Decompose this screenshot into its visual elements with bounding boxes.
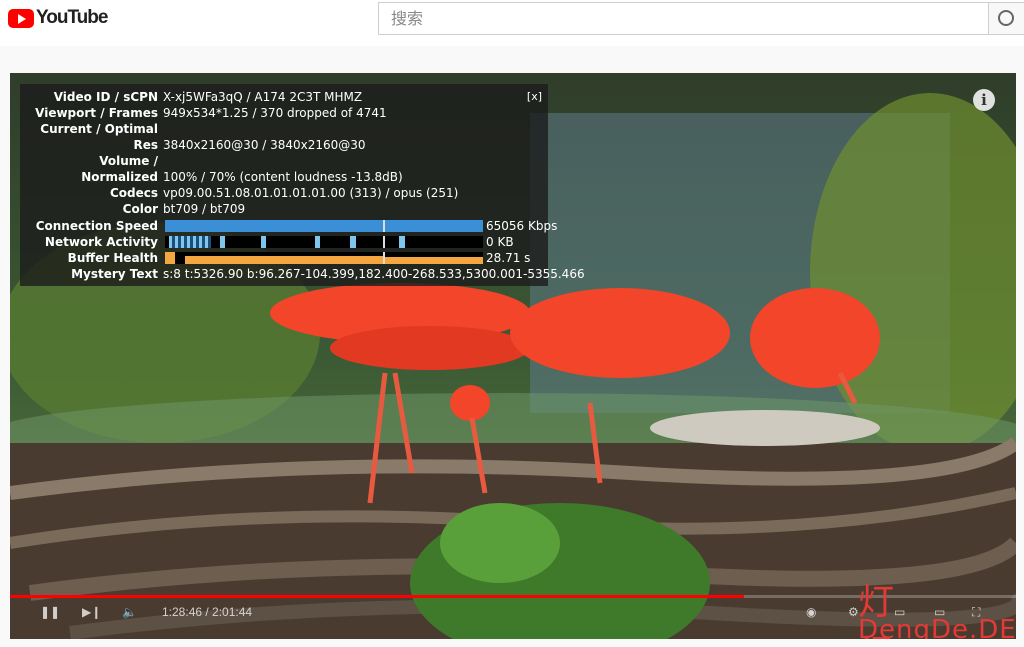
stat-value-network-activity: 0 KB bbox=[486, 235, 514, 249]
stats-for-nerds-panel: [x] Video ID / sCPN X-xj5WFa3qQ / A174 2… bbox=[20, 84, 585, 286]
search-input[interactable] bbox=[379, 3, 988, 34]
stat-label-network-activity: Network Activity bbox=[44, 235, 158, 249]
top-bar: YouTube bbox=[0, 0, 1024, 46]
stat-label-current-optimal: Current / Optimal bbox=[40, 122, 158, 136]
stat-label-video-id: Video ID / sCPN bbox=[53, 90, 158, 104]
youtube-logo[interactable]: YouTube bbox=[8, 7, 108, 29]
network-spike bbox=[399, 236, 405, 248]
stat-label-normalized: Normalized bbox=[81, 170, 158, 184]
logo-text: YouTube bbox=[36, 7, 108, 28]
play-button[interactable]: ❚❚ bbox=[40, 605, 60, 619]
stat-value-mystery-text: s:8 t:5326.90 b:96.267-104.399,182.400-2… bbox=[163, 267, 585, 281]
network-activity-graph bbox=[165, 236, 483, 248]
next-icon[interactable]: ▶❙ bbox=[82, 605, 101, 619]
buffer-bar bbox=[165, 252, 175, 264]
connection-speed-bar-b bbox=[385, 220, 483, 232]
stat-value-buffer-health: 28.71 s bbox=[486, 251, 531, 265]
autoplay-toggle[interactable]: ◉ bbox=[806, 605, 816, 619]
progress-fill bbox=[10, 595, 745, 598]
video-player[interactable]: i [x] Video ID / sCPN X-xj5WFa3qQ / A174… bbox=[10, 73, 1016, 639]
stat-label-res: Res bbox=[133, 138, 158, 152]
connection-speed-bar-a bbox=[165, 220, 383, 232]
youtube-play-icon bbox=[8, 8, 34, 28]
stat-label-buffer-health: Buffer Health bbox=[67, 251, 158, 265]
network-spike bbox=[261, 236, 266, 248]
buffer-bar bbox=[185, 256, 383, 264]
stat-label-viewport: Viewport / Frames bbox=[35, 106, 158, 120]
network-spike bbox=[220, 236, 225, 248]
graph-separator bbox=[383, 220, 385, 232]
stat-label-connection-speed: Connection Speed bbox=[35, 219, 158, 233]
stat-value-color: bt709 / bt709 bbox=[163, 202, 246, 216]
stat-label-color: Color bbox=[122, 202, 158, 216]
stat-value-normalized: 100% / 70% (content loudness -13.8dB) bbox=[163, 170, 403, 184]
stat-label-volume: Volume / bbox=[99, 154, 158, 168]
volume-icon[interactable]: 🔈 bbox=[122, 605, 137, 619]
stat-value-res: 3840x2160@30 / 3840x2160@30 bbox=[163, 138, 366, 152]
search-box bbox=[378, 2, 988, 35]
stat-value-video-id: X-xj5WFa3qQ / A174 2C3T MHMZ bbox=[163, 90, 363, 104]
stat-value-viewport: 949x534*1.25 / 370 dropped of 4741 bbox=[163, 106, 387, 120]
stat-value-connection-speed: 65056 Kbps bbox=[486, 219, 558, 233]
info-icon[interactable]: i bbox=[973, 89, 995, 111]
watermark-text: DengDe.DE bbox=[858, 615, 1016, 639]
graph-separator bbox=[383, 252, 385, 264]
buffer-health-graph bbox=[165, 252, 483, 264]
search-button[interactable] bbox=[988, 2, 1024, 35]
stats-close-button[interactable]: [x] bbox=[527, 90, 542, 103]
graph-separator bbox=[383, 236, 385, 248]
time-display: 1:28:46 / 2:01:44 bbox=[162, 605, 253, 619]
stat-label-codecs: Codecs bbox=[109, 186, 158, 200]
network-spike bbox=[169, 236, 211, 248]
buffer-bar bbox=[385, 257, 483, 264]
network-spike bbox=[350, 236, 356, 248]
search-icon bbox=[998, 10, 1014, 26]
watermark: 灯 得 DengDe.DE bbox=[858, 573, 1016, 639]
stat-value-codecs: vp09.00.51.08.01.01.01.01.00 (313) / opu… bbox=[163, 186, 459, 200]
stat-label-mystery-text: Mystery Text bbox=[71, 267, 158, 281]
connection-speed-graph bbox=[165, 220, 483, 232]
network-spike bbox=[315, 236, 320, 248]
